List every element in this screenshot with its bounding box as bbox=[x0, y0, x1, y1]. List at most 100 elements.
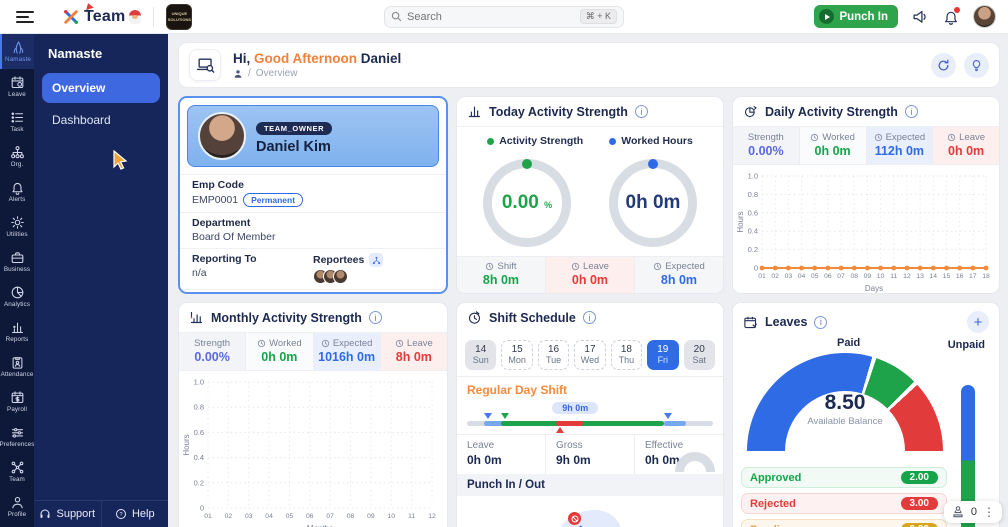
info-icon[interactable]: i bbox=[635, 105, 648, 118]
panel-title: Namaste bbox=[34, 34, 168, 71]
bar-chart-icon bbox=[10, 320, 25, 335]
today-stat-leave: Leave 0h 0m bbox=[545, 257, 634, 293]
sidebar-item-org[interactable]: Org. bbox=[0, 139, 34, 174]
day-chip-tue[interactable]: 16Tue bbox=[538, 340, 569, 370]
notifications-bell[interactable] bbox=[943, 9, 959, 25]
svg-text:06: 06 bbox=[824, 273, 832, 280]
svg-text:1.0: 1.0 bbox=[194, 378, 204, 387]
employee-header: TEAM_OWNER Daniel Kim bbox=[187, 105, 439, 167]
leave-row-pending: Pending 0.00 bbox=[741, 519, 947, 527]
sidebar-item-task[interactable]: Task bbox=[0, 104, 34, 139]
day-chip-mon[interactable]: 15Mon bbox=[501, 340, 532, 370]
add-leave-button[interactable]: + bbox=[967, 311, 989, 333]
svg-text:?: ? bbox=[119, 512, 122, 518]
paid-label: Paid bbox=[837, 337, 860, 349]
legend-item: Activity Strength bbox=[487, 135, 583, 147]
email-row: Email uniquesolutions401@gmail.com bbox=[180, 289, 446, 294]
sidebar-item-profile[interactable]: Profile bbox=[0, 489, 34, 524]
leave-count-pill: 3.00 bbox=[901, 497, 938, 510]
svg-text:09: 09 bbox=[367, 513, 375, 520]
employee-card[interactable]: TEAM_OWNER Daniel Kim Emp Code EMP0001Pe… bbox=[178, 96, 448, 294]
svg-text:17: 17 bbox=[969, 273, 977, 280]
greeting-title: Hi, Good Afternoon Daniel bbox=[233, 51, 401, 66]
sidebar-item-preferences[interactable]: Preferences bbox=[0, 419, 34, 454]
day-chip-sun[interactable]: 14Sun bbox=[465, 340, 496, 370]
hierarchy-icon[interactable] bbox=[369, 253, 383, 267]
daily-stat-worked: Worked 0h 0m bbox=[799, 127, 866, 164]
clock-small-icon bbox=[321, 339, 330, 348]
svg-text:0: 0 bbox=[200, 504, 204, 513]
svg-text:05: 05 bbox=[286, 513, 294, 520]
timeline-marker bbox=[556, 427, 564, 433]
sidebar-item-attendance[interactable]: Attendance bbox=[0, 349, 34, 384]
employee-name: Daniel Kim bbox=[256, 139, 332, 155]
employee-avatar[interactable] bbox=[198, 112, 246, 160]
clock-small-icon bbox=[874, 133, 883, 142]
sidebar-item-team[interactable]: Team bbox=[0, 454, 34, 489]
svg-text:09: 09 bbox=[864, 273, 872, 280]
effective-mini-gauge bbox=[675, 452, 715, 472]
day-chip-wed[interactable]: 17Wed bbox=[574, 340, 605, 370]
svg-text:0: 0 bbox=[754, 264, 758, 273]
today-activity-card: Today Activity Strength i Activity Stren… bbox=[456, 96, 724, 294]
icon-rail: NamasteLeaveTaskOrg.AlertsUtilitiesBusin… bbox=[0, 34, 34, 527]
timeline-marker bbox=[484, 413, 492, 419]
activity-strength-donut: 0.00 % bbox=[483, 159, 571, 247]
panel-item-dashboard[interactable]: Dashboard bbox=[42, 105, 160, 135]
sidebar-item-utilities[interactable]: Utilities bbox=[0, 209, 34, 244]
info-icon[interactable]: i bbox=[583, 311, 596, 324]
info-icon[interactable]: i bbox=[814, 316, 827, 329]
leaves-card: Leaves i + Paid Unpaid 8.50 Available Ba… bbox=[732, 302, 1000, 527]
svg-text:02: 02 bbox=[771, 273, 779, 280]
global-search[interactable]: ⌘ + K bbox=[384, 6, 624, 28]
santa-decoration bbox=[129, 10, 141, 24]
sidebar-item-namaste[interactable]: Namaste bbox=[0, 34, 34, 69]
svg-text:10: 10 bbox=[387, 513, 395, 520]
day-chip-thu[interactable]: 18Thu bbox=[611, 340, 642, 370]
day-chip-sat[interactable]: 20Sat bbox=[684, 340, 715, 370]
user-avatar[interactable] bbox=[973, 5, 996, 28]
refresh-button[interactable] bbox=[931, 53, 956, 78]
svg-text:13: 13 bbox=[916, 273, 924, 280]
svg-text:04: 04 bbox=[265, 513, 273, 520]
sidebar-item-business[interactable]: Business bbox=[0, 244, 34, 279]
sidebar-item-payroll[interactable]: Payroll bbox=[0, 384, 34, 419]
megaphone-icon[interactable] bbox=[912, 8, 929, 25]
today-stat-shift: Shift 8h 0m bbox=[457, 257, 545, 293]
sidebar-item-alerts[interactable]: Alerts bbox=[0, 174, 34, 209]
tips-bulb-button[interactable] bbox=[964, 53, 989, 78]
laptop-search-icon bbox=[189, 49, 221, 81]
reportee-avatar[interactable] bbox=[333, 269, 348, 284]
employment-type-badge: Permanent bbox=[243, 193, 303, 207]
menu-toggle-icon[interactable] bbox=[16, 11, 34, 23]
info-icon[interactable]: i bbox=[369, 311, 382, 324]
monthly-line-chart: 00.20.40.60.81.0010203040506070809101112… bbox=[181, 375, 439, 527]
support-button[interactable]: Support bbox=[34, 501, 102, 527]
monthly-chart-icon bbox=[189, 310, 204, 325]
kebab-menu-icon[interactable]: ⋮ bbox=[983, 509, 995, 515]
svg-text:16: 16 bbox=[956, 273, 964, 280]
svg-text:07: 07 bbox=[837, 273, 845, 280]
lightbulb-icon bbox=[970, 59, 983, 72]
sidebar-item-leave[interactable]: Leave bbox=[0, 69, 34, 104]
day-chip-fri[interactable]: 19Fri bbox=[647, 340, 678, 370]
svg-text:03: 03 bbox=[785, 273, 793, 280]
svg-text:11: 11 bbox=[408, 513, 415, 520]
sidebar-item-reports[interactable]: Reports bbox=[0, 314, 34, 349]
punch-in-button[interactable]: Punch In bbox=[814, 5, 898, 28]
leaves-calendar-icon bbox=[743, 315, 758, 330]
panel-item-overview[interactable]: Overview bbox=[42, 73, 160, 103]
svg-text:0.2: 0.2 bbox=[748, 245, 758, 254]
sidebar-item-analytics[interactable]: Analytics bbox=[0, 279, 34, 314]
svg-text:0.6: 0.6 bbox=[748, 208, 758, 217]
search-input[interactable] bbox=[407, 11, 575, 23]
info-icon[interactable]: i bbox=[905, 105, 918, 118]
clipboard-user-icon bbox=[10, 355, 25, 370]
gear-icon bbox=[10, 215, 25, 230]
svg-text:0.4: 0.4 bbox=[194, 453, 204, 462]
leave-count-pill: 0.00 bbox=[901, 523, 938, 527]
timeline-segment bbox=[664, 421, 686, 426]
leave-count-pill: 2.00 bbox=[901, 471, 938, 484]
stamp-user-icon[interactable] bbox=[951, 505, 965, 519]
help-button[interactable]: ? Help bbox=[102, 501, 169, 527]
